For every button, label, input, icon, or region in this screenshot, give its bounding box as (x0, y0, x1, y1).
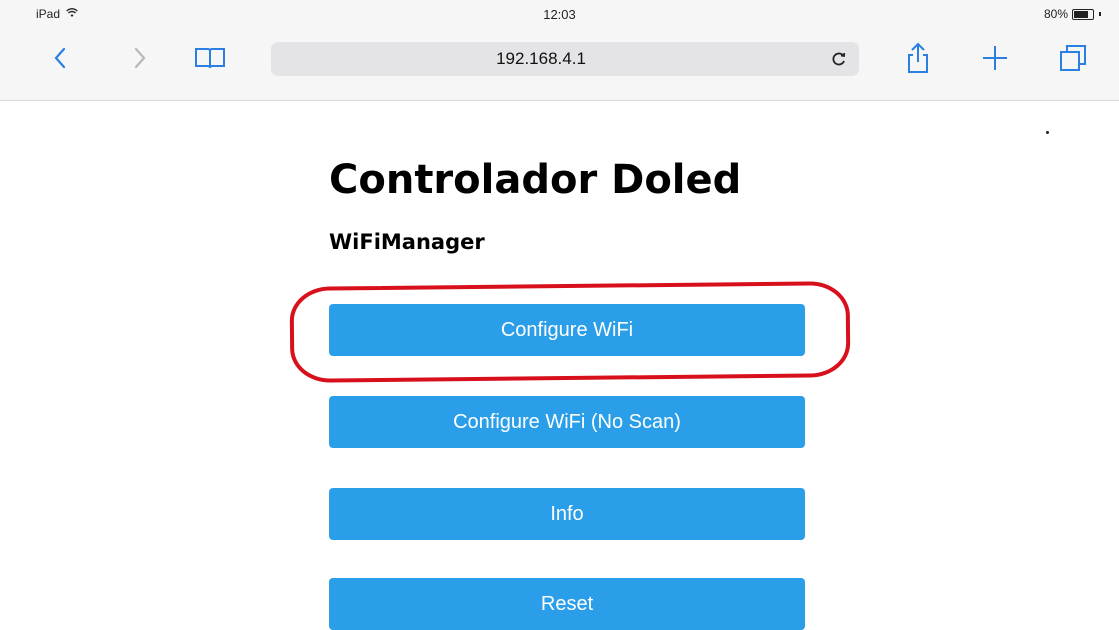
forward-button[interactable] (120, 38, 160, 78)
share-icon (908, 42, 928, 73)
highlight-circle (289, 281, 851, 383)
battery-tip (1099, 12, 1101, 16)
back-button[interactable] (40, 38, 80, 78)
battery-percent: 80% (1043, 7, 1068, 21)
page-subtitle: WiFiManager (329, 230, 485, 254)
tabs-icon (1060, 45, 1086, 71)
status-bar: iPad 12:03 80% (0, 0, 1119, 28)
address-bar[interactable]: 192.168.4.1 (271, 42, 859, 76)
status-right: 80% (1044, 7, 1101, 21)
reset-button[interactable]: Reset (329, 578, 805, 630)
reload-icon (832, 52, 846, 66)
battery-icon (1072, 8, 1094, 20)
stray-dot (1046, 131, 1049, 134)
configure-wifi-no-scan-button[interactable]: Configure WiFi (No Scan) (329, 396, 805, 448)
status-time: 12:03 (543, 7, 576, 22)
plus-icon (983, 46, 1007, 70)
bookmarks-button[interactable] (190, 38, 230, 78)
url-text[interactable]: 192.168.4.1 (271, 49, 811, 69)
page-content: Controlador Doled WiFiManager (329, 100, 805, 256)
info-button[interactable]: Info (329, 488, 805, 540)
page-title: Controlador Doled (329, 157, 742, 203)
browser-toolbar: 192.168.4.1 (0, 28, 1119, 101)
book-icon (195, 48, 225, 69)
reload-button[interactable] (827, 47, 851, 71)
share-button[interactable] (898, 38, 938, 78)
new-tab-button[interactable] (975, 38, 1015, 78)
chevron-right-icon (134, 47, 146, 69)
tabs-button[interactable] (1053, 38, 1093, 78)
chevron-left-icon (54, 47, 66, 69)
